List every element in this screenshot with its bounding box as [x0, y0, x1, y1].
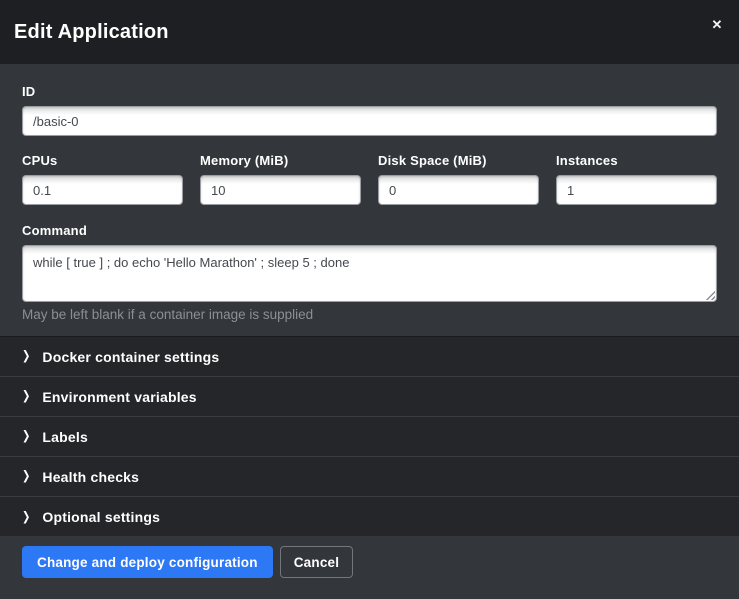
memory-field-group: Memory (MiB)	[200, 153, 361, 205]
memory-input[interactable]	[200, 175, 361, 205]
section-labels[interactable]: ❯ Labels	[0, 417, 739, 457]
cpus-field-group: CPUs	[22, 153, 183, 205]
change-and-deploy-button[interactable]: Change and deploy configuration	[22, 546, 273, 578]
modal-footer: Change and deploy configuration Cancel	[0, 536, 739, 599]
chevron-right-icon: ❯	[22, 471, 30, 484]
cpus-input[interactable]	[22, 175, 183, 205]
edit-application-modal: Edit Application ✕ ID CPUs Memory (MiB) …	[0, 0, 739, 599]
section-label: Optional settings	[42, 509, 160, 525]
id-field-group: ID	[22, 84, 717, 136]
id-label: ID	[22, 84, 717, 99]
close-button[interactable]: ✕	[706, 14, 728, 36]
close-icon: ✕	[712, 17, 723, 33]
instances-label: Instances	[556, 153, 717, 168]
chevron-right-icon: ❯	[22, 351, 30, 364]
chevron-right-icon: ❯	[22, 511, 30, 524]
section-optional-settings[interactable]: ❯ Optional settings	[0, 497, 739, 537]
section-environment-variables[interactable]: ❯ Environment variables	[0, 377, 739, 417]
disk-space-field-group: Disk Space (MiB)	[378, 153, 539, 205]
cpus-label: CPUs	[22, 153, 183, 168]
cancel-button[interactable]: Cancel	[280, 546, 353, 578]
chevron-right-icon: ❯	[22, 391, 30, 404]
modal-header: Edit Application ✕	[0, 0, 739, 64]
section-label: Docker container settings	[42, 349, 219, 365]
resources-row: CPUs Memory (MiB) Disk Space (MiB) Insta…	[22, 153, 717, 205]
section-docker-container-settings[interactable]: ❯ Docker container settings	[0, 337, 739, 377]
command-label: Command	[22, 223, 717, 238]
disk-space-label: Disk Space (MiB)	[378, 153, 539, 168]
command-help-text: May be left blank if a container image i…	[22, 307, 717, 322]
instances-field-group: Instances	[556, 153, 717, 205]
form-area: ID CPUs Memory (MiB) Disk Space (MiB) In…	[0, 64, 739, 336]
section-health-checks[interactable]: ❯ Health checks	[0, 457, 739, 497]
collapsible-sections: ❯ Docker container settings ❯ Environmen…	[0, 336, 739, 536]
instances-input[interactable]	[556, 175, 717, 205]
chevron-right-icon: ❯	[22, 431, 30, 444]
section-label: Environment variables	[42, 389, 196, 405]
command-textarea-wrap: while [ true ] ; do echo 'Hello Marathon…	[22, 245, 717, 302]
modal-title: Edit Application	[14, 21, 169, 44]
command-field-group: Command while [ true ] ; do echo 'Hello …	[22, 223, 717, 322]
memory-label: Memory (MiB)	[200, 153, 361, 168]
disk-space-input[interactable]	[378, 175, 539, 205]
section-label: Health checks	[42, 469, 139, 485]
section-label: Labels	[42, 429, 88, 445]
id-input[interactable]	[22, 106, 717, 136]
command-textarea[interactable]: while [ true ] ; do echo 'Hello Marathon…	[22, 245, 717, 302]
